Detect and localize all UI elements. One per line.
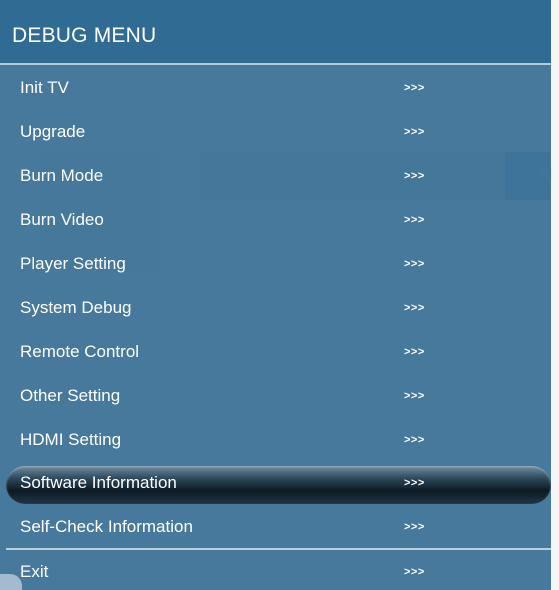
arrow-indicator: >>>	[404, 521, 425, 533]
arrow-indicator: >>>	[404, 126, 425, 138]
arrow-indicator: >>>	[404, 390, 425, 402]
menu-item-player-setting[interactable]: Player Setting >>>	[0, 245, 551, 285]
menu-item-label: Exit	[20, 562, 49, 581]
menu-item-hdmi-setting[interactable]: HDMI Setting >>>	[0, 421, 551, 461]
arrow-indicator: >>>	[404, 346, 425, 358]
menu-item-label: Init TV	[20, 78, 69, 97]
arrow-indicator: >>>	[404, 170, 425, 182]
menu-item-burn-video[interactable]: Burn Video >>>	[0, 201, 551, 241]
menu-item-software-information[interactable]: Software Information >>>	[0, 464, 551, 504]
menu-item-remote-control[interactable]: Remote Control >>>	[0, 333, 551, 373]
arrow-indicator: >>>	[404, 214, 425, 226]
arrow-indicator: >>>	[404, 477, 425, 489]
arrow-indicator: >>>	[404, 566, 425, 578]
debug-menu: DEBUG MENU Init TV >>> Upgrade >>> Burn …	[0, 0, 551, 590]
menu-item-exit[interactable]: Exit >>>	[0, 553, 551, 590]
menu-item-label: Remote Control	[20, 342, 140, 361]
menu-item-label: Software Information	[20, 473, 177, 492]
arrow-indicator: >>>	[404, 302, 425, 314]
menu-item-system-debug[interactable]: System Debug >>>	[0, 289, 551, 329]
menu-divider	[6, 548, 551, 550]
screen-edge	[551, 0, 559, 590]
menu-item-label: Player Setting	[20, 254, 126, 273]
menu-item-label: HDMI Setting	[20, 430, 122, 449]
menu-item-label: Upgrade	[20, 122, 86, 141]
menu-item-upgrade[interactable]: Upgrade >>>	[0, 113, 551, 153]
menu-header: DEBUG MENU	[0, 0, 551, 65]
menu-item-init-tv[interactable]: Init TV >>>	[0, 69, 551, 109]
menu-title: DEBUG MENU	[12, 24, 157, 47]
menu-item-label: Other Setting	[20, 386, 121, 405]
menu-item-label: Burn Mode	[20, 166, 104, 185]
arrow-indicator: >>>	[404, 434, 425, 446]
arrow-indicator: >>>	[404, 258, 425, 270]
menu-item-other-setting[interactable]: Other Setting >>>	[0, 377, 551, 417]
menu-item-self-check-information[interactable]: Self-Check Information >>>	[0, 508, 551, 548]
menu-item-label: System Debug	[20, 298, 132, 317]
menu-item-burn-mode[interactable]: Burn Mode >>>	[0, 157, 551, 197]
menu-item-label: Burn Video	[20, 210, 104, 229]
arrow-indicator: >>>	[404, 82, 425, 94]
menu-item-label: Self-Check Information	[20, 517, 193, 536]
